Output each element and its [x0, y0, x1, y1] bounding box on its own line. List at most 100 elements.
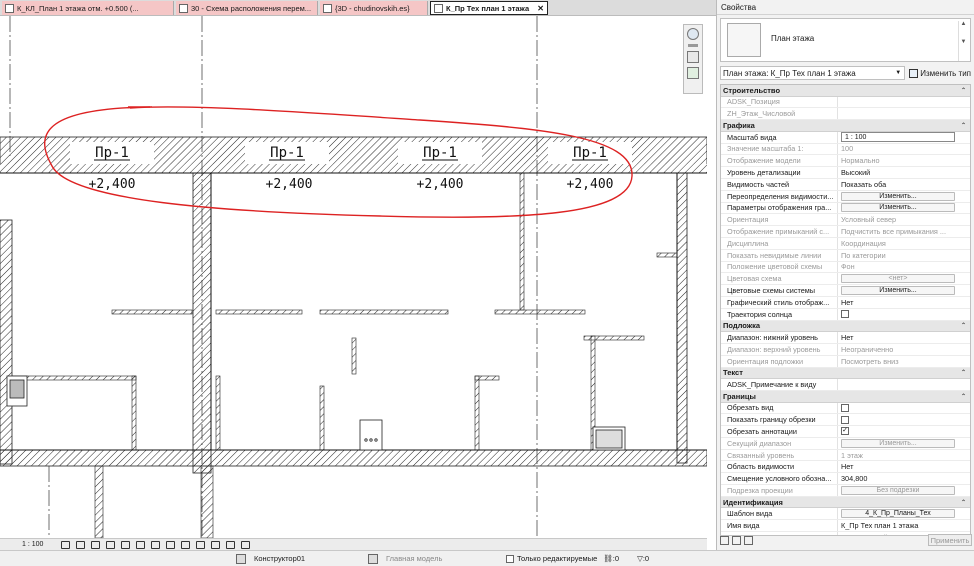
chevron-up-icon[interactable]: ⌃ [961, 393, 966, 400]
property-value-cell[interactable] [838, 379, 970, 390]
level-tag: Пр-1 [270, 145, 304, 161]
chevron-up-icon[interactable]: ⌃ [961, 499, 966, 506]
worksets-icon[interactable] [236, 553, 246, 564]
property-value-cell[interactable] [838, 414, 970, 425]
expand-icon[interactable] [744, 535, 753, 545]
property-row: ADSK_Позиция [721, 96, 970, 109]
floor-plan-icon [5, 3, 14, 13]
property-value-cell[interactable] [838, 309, 970, 320]
property-checkbox[interactable] [841, 415, 849, 424]
select-links-icon[interactable]: ⛓ [603, 554, 613, 563]
property-value-cell[interactable]: 1 : 100 [838, 132, 970, 143]
property-group-header[interactable]: Границы ⌃ [721, 390, 970, 403]
shadows-icon[interactable] [106, 540, 116, 549]
active-workset[interactable]: Конструктор01 [254, 554, 364, 563]
property-checkbox[interactable]: ✓ [841, 427, 849, 436]
crop-view-icon[interactable] [121, 540, 131, 549]
property-group-header[interactable]: Текст ⌃ [721, 367, 970, 380]
property-group-header[interactable]: Подложка ⌃ [721, 320, 970, 333]
property-value-cell[interactable]: Нет [838, 332, 970, 343]
view-tab-label: 30 - Схема расположения перем... [191, 3, 312, 13]
property-value-cell[interactable]: Нет [838, 297, 970, 308]
property-value: Высокий [841, 168, 871, 178]
detail-level-icon[interactable] [61, 540, 71, 549]
property-row: Подрезка проекции Без подрезки [721, 485, 970, 497]
type-scroll-arrows[interactable]: ▲ ▼ [958, 21, 968, 61]
worksharing-display-icon[interactable] [196, 540, 206, 549]
navigation-bar[interactable] [683, 24, 703, 94]
property-value-cell[interactable]: Изменить... [838, 191, 970, 202]
property-checkbox[interactable] [841, 403, 849, 412]
chevron-up-icon[interactable]: ⌃ [961, 369, 966, 376]
type-name: План этажа [771, 34, 815, 43]
property-value-cell[interactable]: Высокий [838, 167, 970, 178]
property-value-cell[interactable]: 4_К_Пр_Планы_Тех [838, 508, 970, 519]
property-edit-button[interactable]: Изменить... [841, 286, 955, 296]
instance-selector[interactable]: План этажа: К_Пр Тех план 1 этажа ▼ [720, 66, 906, 80]
properties-grid: Строительство ⌃ ADSK_Позиция ZH_Этаж_Числов… [720, 84, 971, 536]
chevron-up-icon[interactable]: ⌃ [961, 87, 966, 94]
editable-only-checkbox[interactable] [506, 554, 514, 563]
property-input[interactable]: 1 : 100 [841, 132, 955, 143]
property-name: Ориентация подложки [721, 355, 838, 367]
sort-icon[interactable] [732, 535, 741, 545]
property-name: Обрезать аннотации [721, 426, 838, 437]
apply-button[interactable]: Применить [928, 534, 972, 546]
property-value: Нет [841, 462, 854, 472]
property-checkbox[interactable] [841, 310, 849, 319]
property-group-header[interactable]: Графика ⌃ [721, 120, 970, 132]
drawing-canvas[interactable]: Пр-1 Пр-1 Пр-1 Пр-1 +2,400 +2,400 +2,400… [0, 16, 707, 538]
close-icon[interactable]: ✕ [535, 4, 544, 13]
property-value: По категории [841, 250, 886, 260]
property-edit-button: Без подрезки [841, 485, 955, 495]
property-value-cell[interactable]: К_Пр Тех план 1 этажа [838, 520, 970, 531]
property-name: Траектория солнца [721, 308, 838, 320]
property-value-cell[interactable]: ✓ [838, 426, 970, 437]
chevron-up-icon[interactable]: ⌃ [961, 322, 966, 329]
reveal-hidden-icon[interactable] [166, 540, 176, 549]
property-name: Смещение условного обозна... [721, 473, 838, 485]
view-tab-active[interactable]: К_Пр Тех план 1 этажа ✕ [430, 1, 548, 15]
zoom-region-icon[interactable] [687, 67, 699, 79]
analytical-model-icon[interactable] [211, 540, 221, 549]
property-edit-button[interactable]: Изменить... [841, 191, 955, 201]
property-row: Область видимости Нет [721, 461, 970, 474]
highlight-displacement-icon[interactable] [226, 540, 236, 549]
property-value-cell[interactable]: Показать оба [838, 179, 970, 190]
property-value-cell[interactable]: Нет [838, 461, 970, 472]
show-crop-icon[interactable] [136, 540, 146, 549]
sun-path-icon[interactable] [91, 540, 101, 549]
property-value: Показать оба [841, 179, 887, 189]
chevron-up-icon[interactable]: ⌃ [961, 122, 966, 129]
constraints-icon[interactable] [241, 540, 251, 549]
view-scale[interactable]: 1 : 100 [0, 541, 61, 548]
property-value-cell[interactable]: Изменить... [838, 203, 970, 214]
properties-help-icon[interactable] [720, 535, 729, 545]
type-selector[interactable]: План этажа ▲ ▼ [720, 18, 971, 62]
property-edit-button[interactable]: 4_К_Пр_Планы_Тех [841, 509, 955, 519]
temporary-hide-icon[interactable] [151, 540, 161, 549]
elevation-label: +2,400 [567, 177, 614, 192]
property-row: Связанный уровень 1 этаж [721, 449, 970, 462]
view-tab-label: К_Пр Тех план 1 этажа [446, 3, 530, 13]
view-tab[interactable]: {3D - chudinovskih.es} [320, 1, 428, 15]
visual-style-icon[interactable] [76, 540, 86, 549]
edit-type-button[interactable]: Изменить тип [909, 68, 971, 78]
design-options-icon[interactable] [368, 553, 378, 564]
active-design-option[interactable]: Главная модель [386, 554, 498, 563]
property-group-header[interactable]: Строительство ⌃ [721, 85, 970, 97]
property-value: Подчистить все примыкания ... [841, 227, 946, 237]
property-value-cell[interactable]: 304,800 [838, 473, 970, 484]
temporary-properties-icon[interactable] [181, 540, 191, 549]
zoom-icon[interactable] [687, 51, 699, 63]
steering-wheel-icon[interactable] [687, 28, 699, 40]
property-edit-button[interactable]: Изменить... [841, 203, 955, 213]
property-value-cell[interactable]: Изменить... [838, 285, 970, 296]
property-name: Секущий диапазон [721, 437, 838, 449]
view-tab[interactable]: К_КЛ_План 1 этажа отм. +0.500 (... [2, 1, 174, 15]
view-tab[interactable]: 30 - Схема расположения перем... [176, 1, 318, 15]
property-group-header[interactable]: Идентификация ⌃ [721, 496, 970, 509]
property-name: Видимость частей [721, 178, 838, 190]
view-tab-label: К_КЛ_План 1 этажа отм. +0.500 (... [17, 3, 139, 13]
property-value-cell[interactable] [838, 403, 970, 414]
